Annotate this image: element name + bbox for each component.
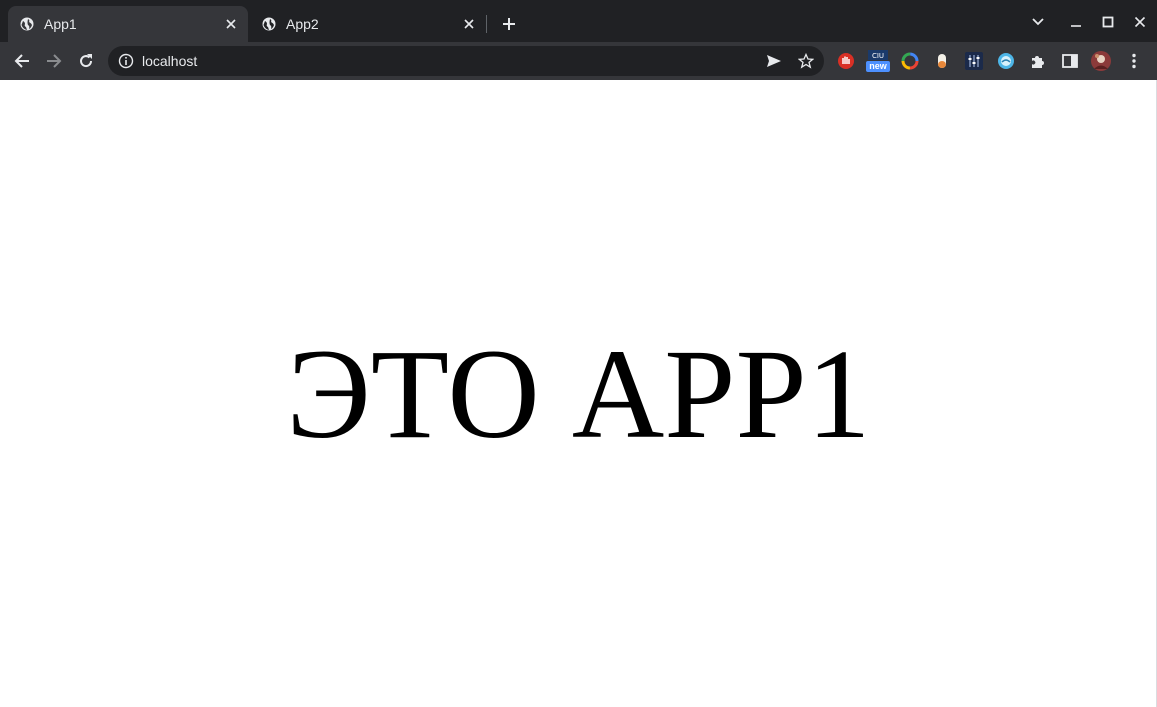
close-tab-icon[interactable] (460, 15, 478, 33)
toolbar: localhost CIU new (0, 42, 1157, 80)
side-panel-icon[interactable] (1059, 50, 1081, 72)
pill-icon[interactable] (931, 50, 953, 72)
reload-icon (80, 54, 93, 68)
kebab-menu-icon[interactable] (1123, 50, 1145, 72)
arrow-left-icon (14, 54, 29, 68)
equalizer-icon[interactable] (963, 50, 985, 72)
page-heading: ЭТО APP1 (286, 323, 871, 465)
color-ring-icon[interactable] (899, 50, 921, 72)
cloud-globe-icon[interactable] (995, 50, 1017, 72)
send-icon[interactable] (764, 51, 784, 71)
forward-button[interactable] (40, 47, 68, 75)
minimize-icon (1071, 25, 1081, 27)
tab-separator (486, 15, 487, 33)
tab-strip: App1 App2 (0, 0, 1157, 42)
tab-app1[interactable]: App1 (8, 6, 248, 42)
url-text: localhost (142, 53, 198, 69)
arrow-right-icon (47, 54, 62, 68)
svg-text:CIU: CIU (872, 52, 884, 60)
tab-title: App2 (286, 16, 319, 32)
reload-button[interactable] (72, 47, 100, 75)
tab-title: App1 (44, 16, 77, 32)
tab-search-button[interactable] (1025, 9, 1051, 35)
page-content: ЭТО APP1 (0, 80, 1157, 707)
profile-avatar-icon[interactable] (1090, 50, 1112, 72)
globe-icon (262, 17, 276, 31)
back-button[interactable] (8, 47, 36, 75)
tab-app2[interactable]: App2 (250, 6, 486, 42)
new-badge-icon[interactable]: CIU new (866, 50, 890, 72)
close-icon (1134, 16, 1146, 28)
new-tab-button[interactable] (498, 13, 520, 35)
chevron-down-icon (1032, 18, 1044, 26)
maximize-icon (1102, 16, 1114, 28)
minimize-button[interactable] (1063, 9, 1089, 35)
maximize-button[interactable] (1095, 9, 1121, 35)
close-window-button[interactable] (1127, 9, 1153, 35)
plus-icon (503, 18, 515, 30)
address-bar[interactable]: localhost (108, 46, 824, 76)
puzzle-icon[interactable] (1027, 50, 1049, 72)
info-icon[interactable] (118, 53, 134, 69)
browser-chrome: App1 App2 localhost CIU new (0, 0, 1157, 80)
star-icon[interactable] (796, 51, 816, 71)
close-tab-icon[interactable] (222, 15, 240, 33)
globe-icon (20, 17, 34, 31)
hand-stop-icon[interactable] (835, 50, 857, 72)
new-badge-label: new (869, 61, 887, 71)
